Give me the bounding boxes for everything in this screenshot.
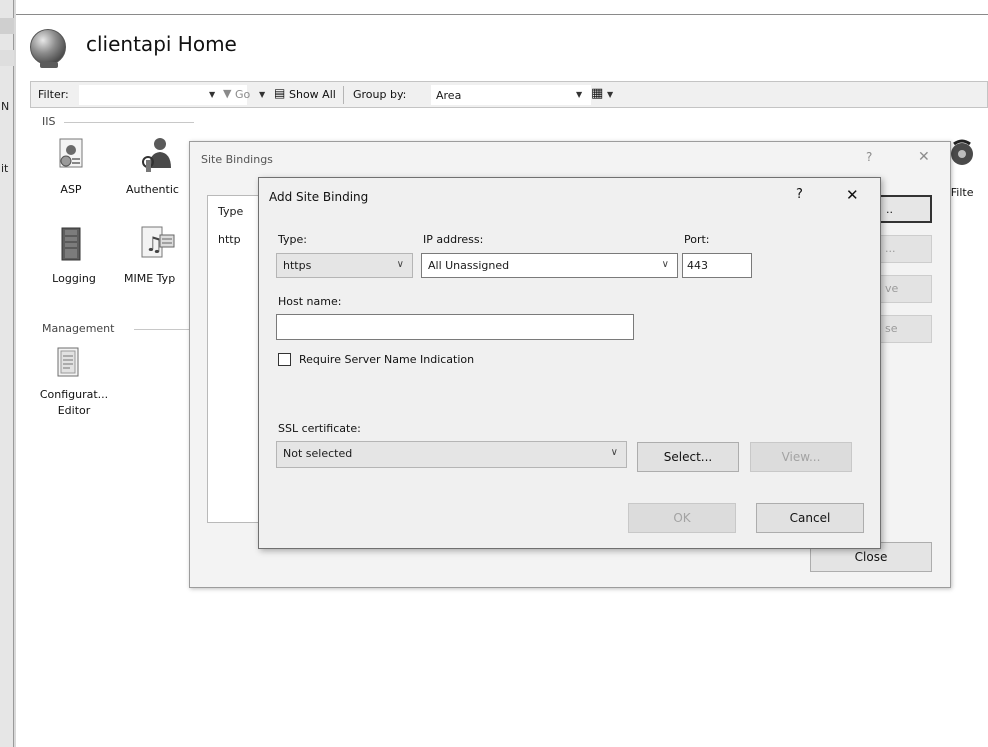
type-label: Type: xyxy=(278,233,307,246)
column-header-type[interactable]: Type xyxy=(218,205,243,218)
type-select[interactable]: https ∨ xyxy=(276,253,413,278)
divider xyxy=(134,329,194,330)
feature-label-line1: Configurat... xyxy=(39,388,109,401)
isapi-filters-icon[interactable] xyxy=(948,138,978,172)
feature-label: MIME Typ xyxy=(124,272,176,285)
port-input[interactable]: 443 xyxy=(682,253,752,278)
tree-item[interactable] xyxy=(0,50,14,66)
configuration-editor-icon[interactable] xyxy=(54,346,84,380)
divider xyxy=(16,14,988,15)
port-label: Port: xyxy=(684,233,710,246)
filter-dropdown-icon[interactable]: ▼ xyxy=(209,90,215,99)
page-title: clientapi Home xyxy=(86,32,237,56)
dialog-title: Add Site Binding xyxy=(269,190,369,204)
group-by-dropdown-icon[interactable]: ▼ xyxy=(576,90,582,99)
filter-label: Filter: xyxy=(38,88,69,101)
ok-button[interactable]: OK xyxy=(628,503,736,533)
left-tree-pane: N it xyxy=(0,0,14,747)
ip-address-value: All Unassigned xyxy=(428,259,510,272)
ip-address-label: IP address: xyxy=(423,233,484,246)
group-by-select[interactable]: Area xyxy=(431,85,591,105)
type-value: https xyxy=(283,259,312,272)
add-site-binding-dialog: Add Site Binding ? ✕ Type: https ∨ IP ad… xyxy=(258,177,881,549)
binding-row-type[interactable]: http xyxy=(218,233,241,246)
host-name-label: Host name: xyxy=(278,295,342,308)
show-all-icon[interactable]: ▤ xyxy=(274,86,285,100)
tree-item-label: it xyxy=(1,162,9,175)
ssl-certificate-label: SSL certificate: xyxy=(278,422,361,435)
tree-item[interactable] xyxy=(0,18,14,34)
site-globe-icon xyxy=(30,29,66,65)
group-by-value: Area xyxy=(436,89,462,102)
go-button[interactable]: Go xyxy=(235,88,250,101)
ssl-certificate-value: Not selected xyxy=(283,447,353,460)
ip-address-select[interactable]: All Unassigned ∨ xyxy=(421,253,678,278)
tree-item-label: N xyxy=(1,100,10,113)
close-icon[interactable]: ✕ xyxy=(918,149,930,165)
view-dropdown-icon[interactable]: ▼ xyxy=(607,90,613,99)
help-button[interactable]: ? xyxy=(866,150,872,164)
mime-types-icon[interactable]: ♫ xyxy=(138,225,178,263)
feature-label: Authentic xyxy=(126,183,179,196)
cancel-button[interactable]: Cancel xyxy=(756,503,864,533)
host-name-input[interactable] xyxy=(276,314,634,340)
dialog-title: Site Bindings xyxy=(201,153,273,166)
ssl-certificate-select[interactable]: Not selected ∨ xyxy=(276,441,627,468)
filter-toolbar: Filter: ▼ ▼ Go ▼ ▤ Show All Group by: Ar… xyxy=(30,81,988,108)
asp-icon[interactable] xyxy=(54,137,86,173)
feature-label: Logging xyxy=(52,272,96,285)
chevron-down-icon: ∨ xyxy=(610,447,618,458)
divider xyxy=(64,122,194,123)
view-certificate-button[interactable]: View... xyxy=(750,442,852,472)
toolbar-separator xyxy=(343,86,344,104)
group-by-label: Group by: xyxy=(353,88,407,101)
authentication-icon[interactable] xyxy=(140,136,176,174)
section-label-iis: IIS xyxy=(42,115,60,128)
go-dropdown-icon[interactable]: ▼ xyxy=(259,90,265,99)
close-icon[interactable]: ✕ xyxy=(846,186,859,204)
chevron-down-icon: ∨ xyxy=(396,259,404,270)
logging-icon[interactable] xyxy=(56,226,86,262)
section-label-management: Management xyxy=(42,322,119,335)
help-button[interactable]: ? xyxy=(796,187,803,202)
chevron-down-icon: ∨ xyxy=(661,259,669,270)
show-all-button[interactable]: Show All xyxy=(289,88,336,101)
site-globe-stand xyxy=(40,62,58,68)
filter-input[interactable] xyxy=(79,85,247,105)
view-icon[interactable]: ▦ xyxy=(591,86,603,101)
funnel-icon[interactable]: ▼ xyxy=(223,87,231,100)
sni-checkbox[interactable] xyxy=(278,353,291,366)
feature-label-line2: Editor xyxy=(57,404,91,417)
sni-label[interactable]: Require Server Name Indication xyxy=(299,353,474,366)
feature-label: ASP xyxy=(60,183,82,196)
select-certificate-button[interactable]: Select... xyxy=(637,442,739,472)
